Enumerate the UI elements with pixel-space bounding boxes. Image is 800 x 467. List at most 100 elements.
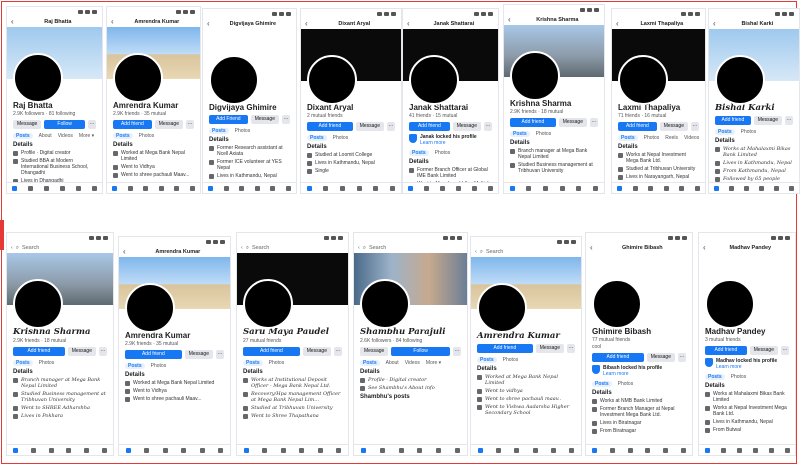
notifications-icon[interactable] bbox=[679, 185, 685, 191]
back-arrow-icon[interactable]: ‹ bbox=[508, 16, 511, 24]
more-options-button[interactable]: ··· bbox=[282, 115, 290, 124]
add-friend-button[interactable]: Add friend bbox=[592, 353, 644, 362]
notifications-icon[interactable] bbox=[317, 447, 323, 453]
tab-posts[interactable]: Posts bbox=[13, 360, 33, 366]
home-icon[interactable] bbox=[704, 447, 710, 453]
add-friend-button[interactable]: Add friend bbox=[125, 350, 182, 359]
back-arrow-icon[interactable]: ‹ bbox=[241, 245, 243, 251]
menu-icon[interactable] bbox=[101, 447, 107, 453]
home-icon[interactable] bbox=[360, 447, 366, 453]
marketplace-icon[interactable] bbox=[752, 447, 758, 453]
profile-avatar[interactable] bbox=[113, 53, 163, 103]
video-icon[interactable] bbox=[526, 185, 532, 191]
friends-icon[interactable] bbox=[143, 185, 149, 191]
notifications-icon[interactable] bbox=[373, 185, 379, 191]
profile-avatar[interactable] bbox=[209, 55, 259, 105]
message-button[interactable]: Message bbox=[659, 122, 688, 131]
tab-posts[interactable]: Posts bbox=[243, 360, 263, 366]
cover-photo[interactable] bbox=[709, 29, 799, 105]
add-friend-button[interactable]: Add friend bbox=[510, 118, 556, 127]
cover-photo[interactable] bbox=[107, 27, 200, 103]
video-icon[interactable] bbox=[262, 447, 268, 453]
add-friend-button[interactable]: Add Friend bbox=[209, 115, 248, 124]
friends-icon[interactable] bbox=[162, 447, 168, 453]
menu-icon[interactable] bbox=[285, 185, 291, 191]
profile-avatar[interactable] bbox=[409, 55, 459, 105]
tab-posts[interactable]: Posts bbox=[618, 135, 638, 141]
menu-icon[interactable] bbox=[390, 185, 396, 191]
back-arrow-icon[interactable]: ‹ bbox=[123, 248, 126, 256]
tab-posts[interactable]: Posts bbox=[13, 133, 33, 139]
menu-icon[interactable] bbox=[569, 447, 575, 453]
home-icon[interactable] bbox=[477, 447, 483, 453]
marketplace-icon[interactable] bbox=[532, 447, 538, 453]
tab-about[interactable]: About bbox=[386, 360, 399, 366]
search-icon[interactable]: ⌕ bbox=[16, 245, 19, 252]
menu-icon[interactable] bbox=[680, 447, 686, 453]
message-button[interactable]: Message bbox=[535, 344, 564, 353]
tab-posts[interactable]: Posts bbox=[510, 131, 530, 137]
menu-icon[interactable] bbox=[218, 447, 224, 453]
cover-photo[interactable] bbox=[471, 257, 581, 333]
menu-icon[interactable] bbox=[455, 447, 461, 453]
message-button[interactable]: Message bbox=[184, 350, 213, 359]
menu-icon[interactable] bbox=[789, 185, 794, 191]
tab-videos[interactable]: Videos bbox=[684, 135, 699, 141]
message-button[interactable]: Message bbox=[154, 120, 183, 129]
menu-icon[interactable] bbox=[784, 447, 790, 453]
add-friend-button[interactable]: Add friend bbox=[618, 122, 657, 131]
tab-photos[interactable]: Photos bbox=[139, 133, 155, 139]
profile-avatar[interactable] bbox=[360, 279, 410, 329]
back-arrow-icon[interactable]: ‹ bbox=[407, 20, 410, 28]
notifications-icon[interactable] bbox=[576, 185, 582, 191]
back-arrow-icon[interactable]: ‹ bbox=[703, 244, 706, 252]
notifications-icon[interactable] bbox=[75, 185, 81, 191]
tab-more[interactable]: More ▾ bbox=[426, 360, 441, 366]
home-icon[interactable] bbox=[509, 185, 515, 191]
cover-photo[interactable] bbox=[403, 29, 498, 105]
back-arrow-icon[interactable]: ‹ bbox=[616, 20, 619, 28]
add-friend-button[interactable]: Add friend bbox=[243, 347, 300, 356]
menu-icon[interactable] bbox=[189, 185, 195, 191]
message-button[interactable]: Message bbox=[250, 115, 279, 124]
more-options-button[interactable]: ··· bbox=[99, 347, 107, 356]
notifications-icon[interactable] bbox=[774, 185, 779, 191]
profile-avatar[interactable] bbox=[715, 55, 765, 105]
home-icon[interactable] bbox=[112, 185, 118, 191]
search-icon[interactable]: ⌕ bbox=[480, 249, 483, 256]
more-options-button[interactable]: ··· bbox=[590, 118, 598, 127]
more-options-button[interactable]: ··· bbox=[567, 344, 575, 353]
cover-photo[interactable] bbox=[699, 253, 795, 329]
more-options-button[interactable]: ··· bbox=[216, 350, 224, 359]
learn-more-link[interactable]: Learn more bbox=[603, 371, 662, 377]
follow-button[interactable]: Follow bbox=[391, 347, 450, 356]
back-arrow-icon[interactable]: ‹ bbox=[207, 20, 210, 28]
notifications-icon[interactable] bbox=[662, 447, 668, 453]
tab-photos[interactable]: Photos bbox=[151, 363, 167, 369]
video-icon[interactable] bbox=[495, 447, 501, 453]
home-icon[interactable] bbox=[306, 185, 312, 191]
tab-photos[interactable]: Photos bbox=[435, 150, 451, 156]
message-button[interactable]: Message bbox=[753, 116, 782, 125]
home-icon[interactable] bbox=[592, 447, 598, 453]
cover-photo[interactable] bbox=[237, 253, 348, 329]
message-button[interactable]: Message bbox=[67, 347, 96, 356]
video-icon[interactable] bbox=[379, 447, 385, 453]
message-button[interactable]: Message bbox=[452, 122, 481, 131]
home-icon[interactable] bbox=[13, 447, 19, 453]
home-icon[interactable] bbox=[208, 185, 214, 191]
message-button[interactable]: Message bbox=[13, 120, 42, 129]
follow-button[interactable]: Follow bbox=[44, 120, 85, 129]
tab-about[interactable]: About bbox=[39, 133, 52, 139]
friends-icon[interactable] bbox=[340, 185, 346, 191]
more-options-button[interactable]: ··· bbox=[186, 120, 194, 129]
menu-icon[interactable] bbox=[91, 185, 97, 191]
cover-photo[interactable] bbox=[354, 253, 467, 329]
friends-icon[interactable] bbox=[514, 447, 520, 453]
tab-posts[interactable]: Posts bbox=[125, 363, 145, 369]
tab-photos[interactable]: Photos bbox=[731, 374, 747, 380]
video-icon[interactable] bbox=[729, 185, 734, 191]
cover-photo[interactable] bbox=[612, 29, 705, 105]
marketplace-icon[interactable] bbox=[559, 185, 565, 191]
back-arrow-icon[interactable]: ‹ bbox=[305, 20, 308, 28]
